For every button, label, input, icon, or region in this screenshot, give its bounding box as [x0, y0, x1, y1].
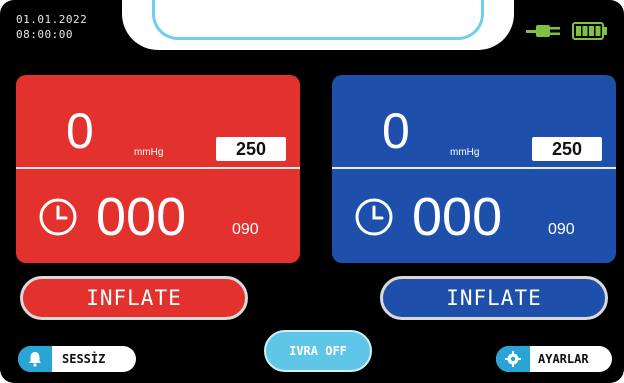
left-time-value: 000 [96, 187, 187, 247]
bell-icon [29, 352, 41, 367]
device-screen: 01.01.2022 08:00:00 0 mmHg 250 000 090 0… [0, 0, 624, 383]
settings-label: AYARLAR [538, 352, 589, 366]
battery-full-icon [572, 22, 607, 40]
datetime-display: 01.01.2022 08:00:00 [16, 12, 87, 42]
settings-button[interactable]: AYARLAR [496, 346, 612, 372]
gear-icon [505, 351, 521, 367]
left-pressure-limit[interactable]: 250 [216, 137, 286, 161]
left-time-limit[interactable]: 090 [232, 221, 259, 239]
mute-label: SESSİZ [62, 352, 106, 366]
panel-divider [16, 167, 300, 169]
date-text: 01.01.2022 [16, 13, 88, 26]
right-channel-panel: 0 mmHg 250 000 090 [332, 75, 616, 263]
ivra-toggle-button[interactable]: IVRA OFF [264, 330, 372, 372]
right-pressure-unit: mmHg [450, 147, 480, 158]
right-pressure-value: 0 [382, 103, 410, 159]
clock-icon [39, 198, 77, 236]
clock-icon [355, 198, 393, 236]
right-inflate-button[interactable]: INFLATE [380, 276, 608, 320]
left-pressure-value: 0 [66, 103, 94, 159]
settings-button-icon-cap [496, 346, 530, 372]
left-pressure-unit: mmHg [134, 147, 164, 158]
power-plug-icon [526, 25, 560, 37]
mute-button[interactable]: SESSİZ [18, 346, 136, 372]
time-text: 08:00:00 [16, 28, 73, 41]
panel-divider [332, 167, 616, 169]
right-pressure-limit[interactable]: 250 [532, 137, 602, 161]
left-inflate-button[interactable]: INFLATE [20, 276, 248, 320]
right-time-limit[interactable]: 090 [548, 221, 575, 239]
top-bezel-accent [152, 0, 484, 40]
mute-button-icon-cap [18, 346, 52, 372]
left-channel-panel: 0 mmHg 250 000 090 [16, 75, 300, 263]
right-time-value: 000 [412, 187, 503, 247]
